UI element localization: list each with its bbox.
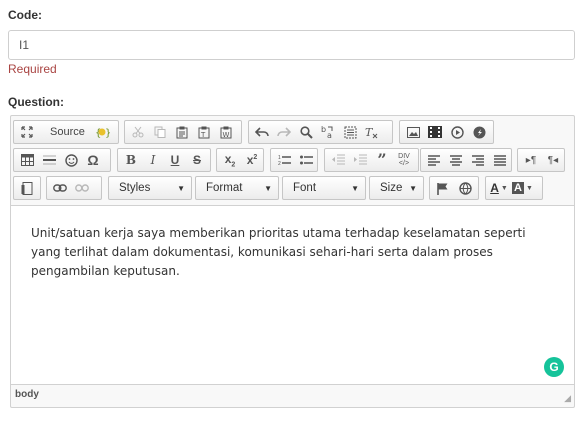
- toolbar-group-editing: ba T: [248, 120, 393, 144]
- svg-text:T: T: [365, 126, 374, 139]
- unlink-icon[interactable]: [71, 177, 93, 199]
- anchor-icon[interactable]: [432, 177, 454, 199]
- replace-icon[interactable]: ba: [317, 121, 339, 143]
- grammarly-icon[interactable]: G: [544, 357, 564, 377]
- toolbar-group-clipboard: T W: [124, 120, 242, 144]
- toolbar-group-document: Source {}: [13, 120, 119, 144]
- svg-text:2: 2: [278, 161, 281, 166]
- special-char-icon[interactable]: Ω: [82, 149, 104, 171]
- align-center-icon[interactable]: [445, 149, 467, 171]
- chevron-down-icon: ▼: [264, 183, 272, 193]
- rich-text-editor: Source {} T W ba T: [10, 115, 575, 408]
- chevron-down-icon: ▼: [409, 183, 417, 193]
- italic-icon[interactable]: I: [142, 149, 164, 171]
- chevron-down-icon: ▼: [177, 183, 185, 193]
- iframe-icon[interactable]: [454, 177, 476, 199]
- text-color-icon[interactable]: A ▼: [488, 177, 510, 199]
- outdent-icon[interactable]: [327, 149, 349, 171]
- svg-text:W: W: [223, 131, 230, 139]
- question-text[interactable]: Unit/satuan kerja saya memberikan priori…: [31, 224, 551, 281]
- media-icon[interactable]: [446, 121, 468, 143]
- styles-label: Styles: [119, 182, 151, 194]
- smiley-icon[interactable]: [60, 149, 82, 171]
- select-all-icon[interactable]: [339, 121, 361, 143]
- table-icon[interactable]: [16, 149, 38, 171]
- toolbar-group-script: x2 x2: [216, 148, 264, 172]
- code-input[interactable]: [8, 30, 575, 60]
- required-message: Required: [8, 62, 57, 76]
- question-label: Question:: [8, 95, 64, 109]
- cut-icon[interactable]: [127, 121, 149, 143]
- blockquote-icon[interactable]: ”: [371, 149, 393, 171]
- format-dropdown[interactable]: Format ▼: [195, 176, 279, 200]
- source-label: Source: [50, 126, 85, 138]
- bg-color-icon[interactable]: A ▼: [510, 177, 535, 199]
- resize-handle-icon[interactable]: ◢: [564, 393, 571, 404]
- svg-text:T: T: [200, 131, 206, 139]
- toolbar-group-anchor: [429, 176, 479, 200]
- styles-dropdown[interactable]: Styles ▼: [108, 176, 192, 200]
- underline-icon[interactable]: U: [164, 149, 186, 171]
- align-left-icon[interactable]: [423, 149, 445, 171]
- spellcheck-icon[interactable]: {}: [91, 121, 113, 143]
- toolbar-group-colors: A ▼ A ▼: [485, 176, 543, 200]
- paste-icon[interactable]: [171, 121, 193, 143]
- superscript-icon[interactable]: x2: [241, 149, 263, 171]
- chevron-down-icon: ▼: [351, 183, 359, 193]
- format-label: Format: [206, 182, 243, 194]
- horizontal-rule-icon[interactable]: [38, 149, 60, 171]
- maximize-icon[interactable]: [16, 121, 38, 143]
- size-label: Size: [380, 182, 403, 194]
- size-dropdown[interactable]: Size ▼: [369, 176, 424, 200]
- link-icon[interactable]: [49, 177, 71, 199]
- justify-icon[interactable]: [489, 149, 511, 171]
- font-dropdown[interactable]: Font ▼: [282, 176, 366, 200]
- toolbar-group-insert-media: [399, 120, 494, 144]
- div-icon[interactable]: DIV </>: [393, 149, 415, 171]
- remove-format-icon[interactable]: T: [361, 121, 383, 143]
- toolbar-group-align: [420, 148, 512, 172]
- numbered-list-icon[interactable]: 12: [273, 149, 295, 171]
- editor-toolbar: Source {} T W ba T: [11, 116, 574, 204]
- source-button[interactable]: Source: [38, 121, 91, 143]
- paste-word-icon[interactable]: W: [215, 121, 237, 143]
- strike-icon[interactable]: S: [186, 149, 208, 171]
- subscript-icon[interactable]: x2: [219, 149, 241, 171]
- bold-icon[interactable]: B: [120, 149, 142, 171]
- redo-icon[interactable]: [273, 121, 295, 143]
- indent-icon[interactable]: [349, 149, 371, 171]
- toolbar-group-lists: 12: [270, 148, 318, 172]
- copy-icon[interactable]: [149, 121, 171, 143]
- find-icon[interactable]: [295, 121, 317, 143]
- editor-content-area[interactable]: Unit/satuan kerja saya memberikan priori…: [11, 205, 574, 385]
- ltr-icon[interactable]: ▸¶: [520, 149, 542, 171]
- code-label: Code:: [8, 8, 42, 22]
- align-right-icon[interactable]: [467, 149, 489, 171]
- toolbar-group-bidi: ▸¶ ¶◂: [517, 148, 565, 172]
- video-icon[interactable]: [424, 121, 446, 143]
- svg-text:a: a: [327, 131, 332, 139]
- flash-icon[interactable]: [468, 121, 490, 143]
- font-label: Font: [293, 182, 317, 194]
- toolbar-group-links: [46, 176, 102, 200]
- toolbar-group-templates: [13, 176, 41, 200]
- svg-text:b: b: [321, 125, 326, 134]
- toolbar-group-blocks: ” DIV </>: [324, 148, 419, 172]
- svg-text:}: }: [105, 128, 110, 139]
- templates-icon[interactable]: [16, 177, 38, 199]
- bulleted-list-icon[interactable]: [295, 149, 317, 171]
- rtl-icon[interactable]: ¶◂: [542, 149, 564, 171]
- undo-icon[interactable]: [251, 121, 273, 143]
- image-icon[interactable]: [402, 121, 424, 143]
- toolbar-group-basicstyles: B I U S: [117, 148, 211, 172]
- element-path[interactable]: body: [15, 389, 39, 400]
- toolbar-group-insert: Ω: [13, 148, 111, 172]
- paste-text-icon[interactable]: T: [193, 121, 215, 143]
